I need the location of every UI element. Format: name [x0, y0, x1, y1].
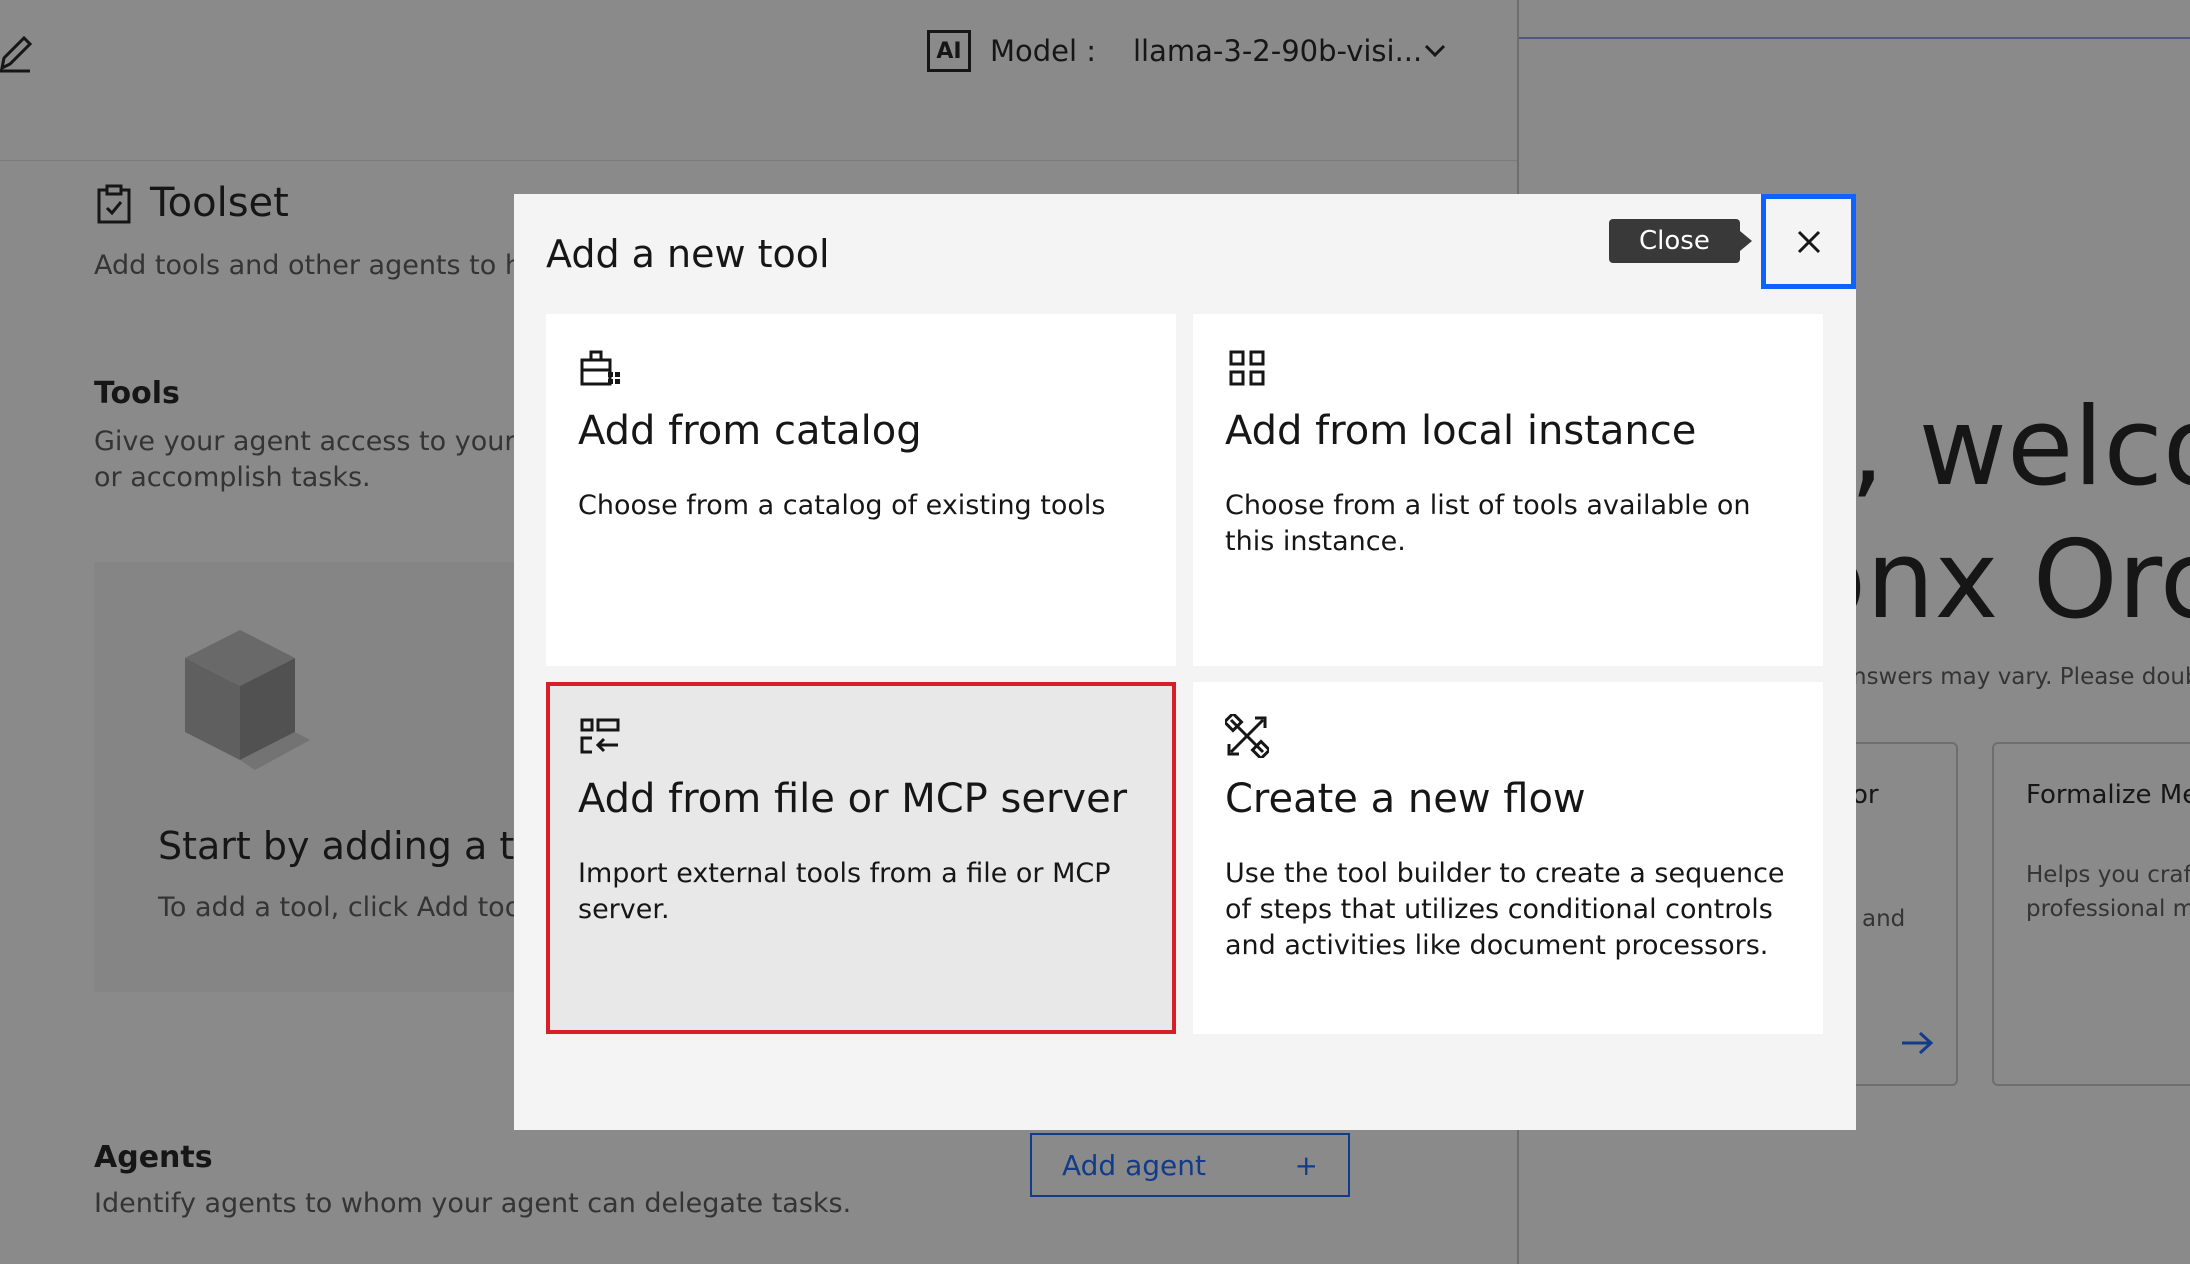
- card-title: Add from catalog: [578, 408, 922, 454]
- add-from-file-or-mcp-card[interactable]: Add from file or MCP server Import exter…: [546, 682, 1176, 1034]
- card-description: Choose from a list of tools available on…: [1225, 490, 1751, 557]
- card-title: Add from local instance: [1225, 408, 1697, 454]
- card-title: Create a new flow: [1225, 776, 1586, 822]
- tools-crossed-icon: [1225, 714, 1269, 758]
- card-description: Choose from a catalog of existing tools: [578, 490, 1106, 521]
- add-tool-modal: Add a new tool Close Add from catalog Ch…: [514, 194, 1856, 1130]
- card-title: Add from file or MCP server: [578, 776, 1128, 822]
- close-button[interactable]: [1761, 194, 1856, 289]
- add-from-catalog-card[interactable]: Add from catalog Choose from a catalog o…: [546, 314, 1176, 666]
- close-icon: [1797, 230, 1820, 253]
- add-from-local-instance-card[interactable]: Add from local instance Choose from a li…: [1193, 314, 1823, 666]
- card-description: Use the tool builder to create a sequenc…: [1225, 858, 1785, 961]
- toolbox-icon: [580, 350, 620, 386]
- create-new-flow-card[interactable]: Create a new flow Use the tool builder t…: [1193, 682, 1823, 1034]
- import-icon: [580, 718, 620, 754]
- grid-icon: [1229, 350, 1265, 386]
- modal-title: Add a new tool: [546, 232, 830, 276]
- card-description: Import external tools from a file or MCP…: [578, 858, 1111, 925]
- close-tooltip: Close: [1609, 219, 1752, 263]
